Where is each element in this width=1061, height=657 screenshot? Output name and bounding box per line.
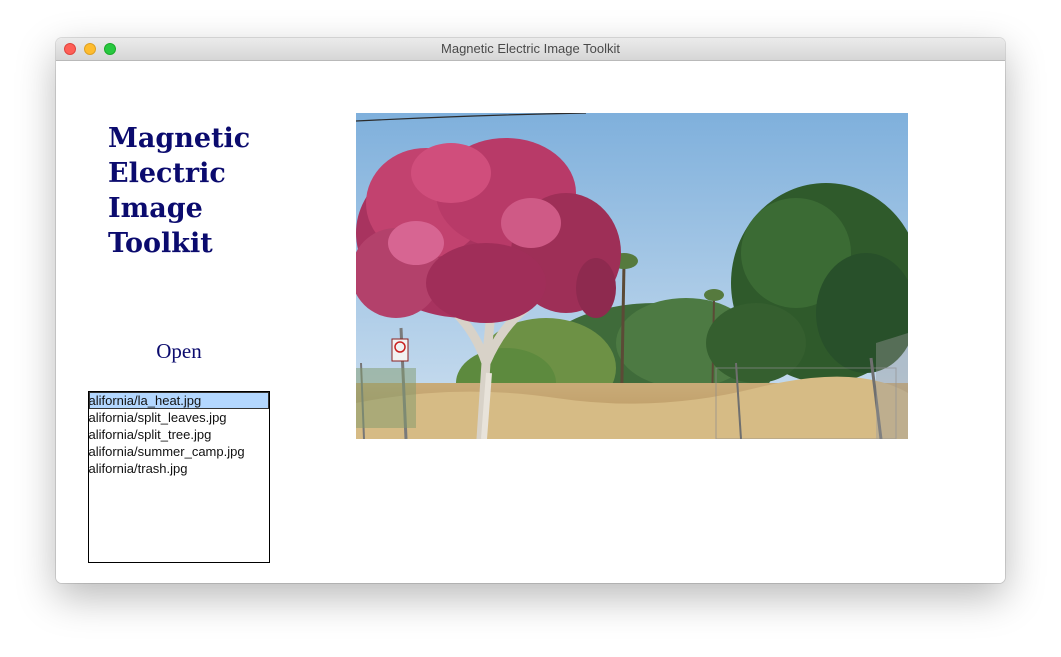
file-list-item[interactable]: california/split_tree.jpg [89, 426, 269, 443]
file-list-item[interactable]: california/summer_camp.jpg [89, 443, 269, 460]
heading-line-3: Image [108, 193, 203, 224]
app-window: Magnetic Electric Image Toolkit Magnetic… [56, 38, 1005, 583]
image-preview [356, 113, 908, 439]
file-listbox[interactable]: california/la_heat.jpg california/split_… [88, 391, 270, 563]
open-button[interactable]: Open [144, 339, 214, 364]
window-title: Magnetic Electric Image Toolkit [441, 41, 620, 56]
file-list-item[interactable]: california/trash.jpg [89, 460, 269, 477]
heading-line-4: Toolkit [108, 228, 213, 259]
heading-line-2: Electric [108, 158, 226, 189]
main-content: Magnetic Electric Image Toolkit Open cal… [56, 61, 1005, 583]
file-list-item[interactable]: california/split_leaves.jpg [89, 409, 269, 426]
heading-line-1: Magnetic [108, 123, 251, 154]
file-list-item[interactable]: california/la_heat.jpg [89, 392, 269, 409]
app-heading: Magnetic Electric Image Toolkit [108, 121, 308, 261]
title-bar[interactable]: Magnetic Electric Image Toolkit [56, 38, 1005, 61]
photo-preview-image [356, 113, 908, 439]
